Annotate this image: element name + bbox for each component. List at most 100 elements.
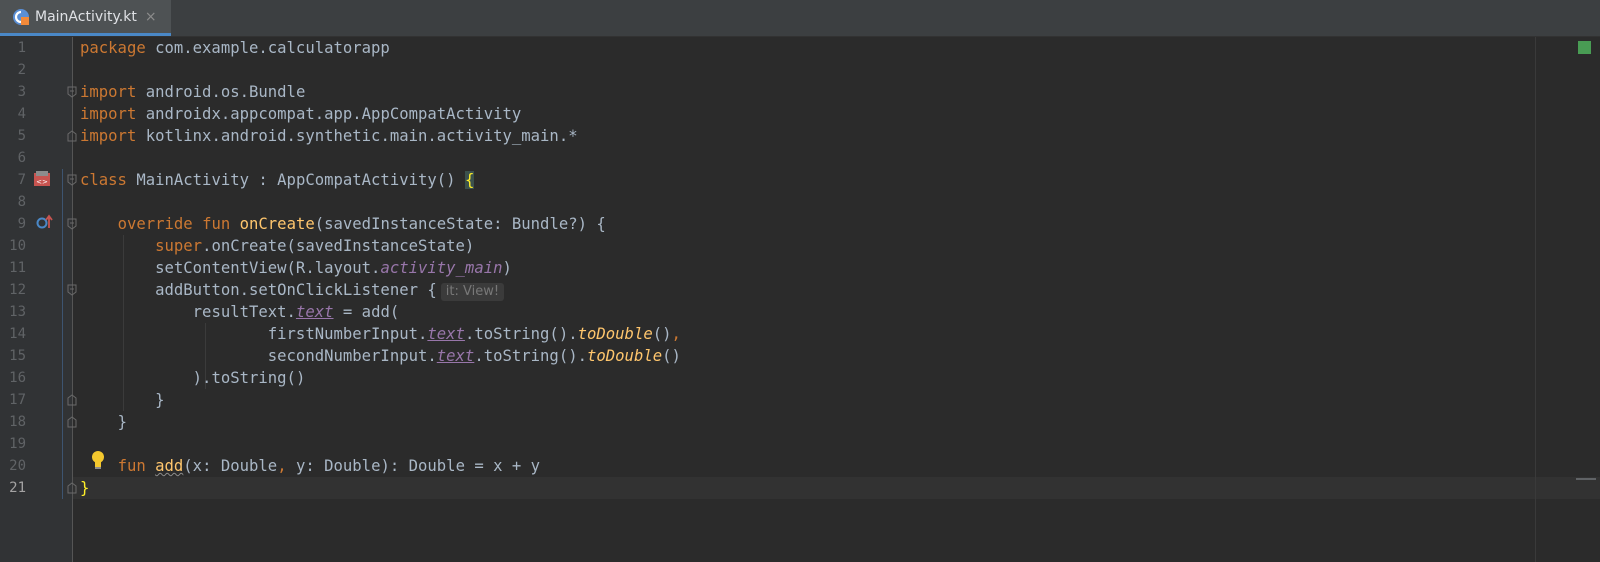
code-line: import kotlinx.android.synthetic.main.ac…	[80, 125, 578, 147]
line-number: 4	[17, 106, 26, 122]
parameter-hint: it: View!	[440, 283, 505, 301]
line-number: 17	[9, 392, 26, 408]
right-margin-guide	[1535, 37, 1536, 562]
fold-marker-icon[interactable]	[67, 416, 77, 428]
comma: ,	[277, 457, 287, 475]
code-text: ()	[662, 347, 681, 365]
code-text: resultText.	[192, 303, 296, 321]
code-area[interactable]: package com.example.calculatorapp import…	[80, 37, 1530, 562]
code-text: setContentView(R.layout.	[155, 259, 381, 277]
property-ref: activity_main	[380, 259, 503, 277]
code-line: }	[80, 411, 127, 433]
code-text: .onCreate(savedInstanceState)	[202, 237, 475, 255]
fold-marker-icon[interactable]	[67, 482, 77, 494]
code-line: override fun onCreate(savedInstanceState…	[80, 213, 606, 235]
line-number: 1	[17, 40, 26, 56]
keyword: import	[80, 127, 137, 145]
code-line: }	[80, 389, 165, 411]
code-text: secondNumberInput.	[267, 347, 437, 365]
override-method-icon[interactable]	[36, 214, 54, 234]
line-number: 18	[9, 414, 26, 430]
function-name: onCreate	[239, 215, 315, 233]
fold-marker-icon[interactable]	[67, 394, 77, 406]
line-number: 5	[17, 128, 26, 144]
code-line: import android.os.Bundle	[80, 81, 305, 103]
comma: ,	[671, 325, 681, 343]
fold-marker-icon[interactable]	[67, 174, 77, 186]
line-number: 9	[17, 216, 26, 232]
line-number: 19	[9, 436, 26, 452]
code-text: kotlinx.android.synthetic.main.activity_…	[136, 127, 578, 145]
code-text: firstNumberInput.	[267, 325, 428, 343]
code-text: ()	[652, 325, 672, 343]
line-number: 15	[9, 348, 26, 364]
keyword: import	[80, 105, 137, 123]
layout-preview-icon[interactable]: <>	[33, 170, 51, 192]
code-line: }	[80, 477, 89, 499]
keyword: super	[155, 237, 203, 255]
code-text: android.os.Bundle	[136, 83, 306, 101]
code-text: y: Double): Double = x + y	[286, 457, 541, 475]
code-text: (savedInstanceState: Bundle?) {	[314, 215, 606, 233]
code-line: resultText.text = add(	[80, 301, 400, 323]
matched-brace: {	[464, 171, 475, 189]
matched-brace: }	[80, 479, 90, 497]
editor-tab-bar: MainActivity.kt ×	[0, 0, 1600, 37]
fold-marker-icon[interactable]	[67, 86, 77, 98]
inspection-ok-indicator[interactable]	[1578, 41, 1591, 54]
code-text: addButton.setOnClickListener {	[155, 281, 437, 299]
code-text: )	[502, 259, 512, 277]
code-line: fun add(x: Double, y: Double): Double = …	[80, 455, 541, 477]
line-number: 3	[17, 84, 26, 100]
keyword: class	[80, 171, 127, 189]
synthetic-property: text	[295, 303, 334, 321]
line-number: 20	[9, 458, 26, 474]
synthetic-property: text	[436, 347, 475, 365]
code-text: com.example.calculatorapp	[145, 39, 390, 57]
code-line: setContentView(R.layout.activity_main)	[80, 257, 512, 279]
code-text: = add(	[333, 303, 400, 321]
code-text: }	[117, 413, 127, 431]
line-number-current: 21	[9, 480, 26, 496]
keyword: import	[80, 83, 137, 101]
synthetic-property: text	[427, 325, 465, 343]
code-line: class MainActivity : AppCompatActivity()…	[80, 169, 475, 191]
keyword: fun	[202, 215, 231, 233]
code-line: super.onCreate(savedInstanceState)	[80, 235, 474, 257]
scrollbar-caret-marker	[1576, 478, 1596, 480]
fold-marker-icon[interactable]	[67, 130, 77, 142]
fold-marker-icon[interactable]	[67, 218, 77, 230]
kotlin-file-icon	[12, 8, 30, 26]
function-name: add	[155, 457, 184, 475]
code-line: import androidx.appcompat.app.AppCompatA…	[80, 103, 521, 125]
code-text: (x: Double	[183, 457, 278, 475]
code-text: ).toString()	[192, 369, 306, 387]
tab-title: MainActivity.kt	[35, 8, 137, 25]
extension-function: toDouble	[587, 347, 663, 365]
line-number: 8	[17, 194, 26, 210]
line-number: 6	[17, 150, 26, 166]
extension-function: toDouble	[577, 325, 653, 343]
svg-text:<>: <>	[36, 178, 48, 186]
line-number: 10	[9, 238, 26, 254]
line-number: 11	[9, 260, 26, 276]
tab-main-activity[interactable]: MainActivity.kt ×	[0, 0, 171, 36]
code-text: .toString().	[474, 347, 587, 365]
code-line: firstNumberInput.text.toString().toDoubl…	[80, 323, 681, 345]
keyword: override	[117, 215, 193, 233]
code-line: package com.example.calculatorapp	[80, 37, 390, 59]
keyword: package	[80, 39, 146, 57]
code-text: MainActivity : AppCompatActivity()	[126, 171, 465, 189]
close-icon[interactable]: ×	[145, 9, 157, 25]
line-number: 14	[9, 326, 26, 342]
fold-marker-icon[interactable]	[67, 284, 77, 296]
code-line: secondNumberInput.text.toString().toDoub…	[80, 345, 681, 367]
indent-guide	[62, 169, 63, 499]
code-text: .toString().	[464, 325, 578, 343]
line-number: 13	[9, 304, 26, 320]
line-number: 2	[17, 62, 26, 78]
line-number: 16	[9, 370, 26, 386]
code-text: }	[155, 391, 165, 409]
code-text: androidx.appcompat.app.AppCompatActivity	[136, 105, 522, 123]
code-editor[interactable]: 1 2 3 4 5 6 7 8 9 10 11 12 13 14 15 16 1…	[0, 37, 1600, 562]
